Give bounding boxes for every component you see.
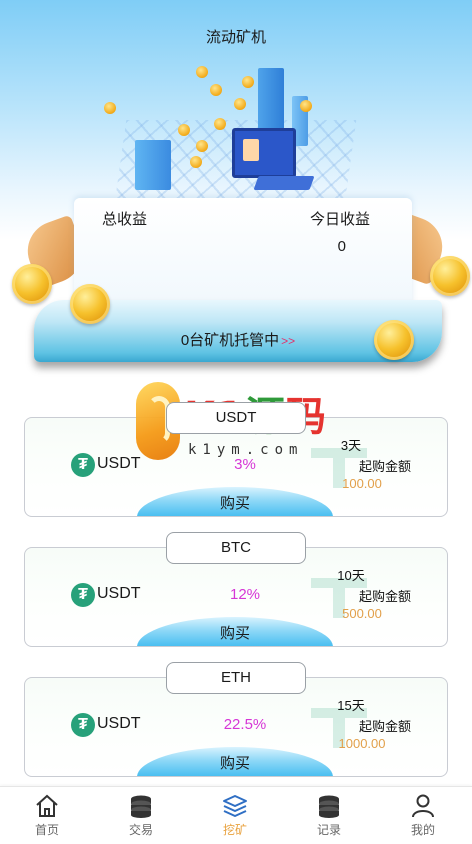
coin-stack-icon (319, 795, 339, 818)
today-earnings-label: 今日收益 (309, 211, 370, 228)
buy-button[interactable]: 购买 (137, 617, 333, 646)
coin-icon (196, 140, 208, 152)
server-tower-illustration (135, 140, 171, 190)
coin-stack-icon (131, 795, 151, 818)
coin-name: USDT (97, 455, 141, 472)
monitor-illustration (232, 128, 296, 178)
min-amount-label: 起购金额 (358, 459, 411, 474)
duration-value: 15天 (337, 698, 365, 713)
coin-icon (190, 156, 202, 168)
coin-icon (374, 320, 414, 360)
product-tag-btc: BTC (166, 532, 306, 564)
nav-item-records[interactable]: 记录 (282, 787, 376, 844)
arrows-icon: >> (281, 334, 296, 348)
total-earnings-label: 总收益 (102, 211, 148, 228)
coin-icon (12, 264, 52, 304)
home-icon (36, 794, 58, 817)
nav-item-profile[interactable]: 我的 (376, 787, 470, 844)
today-earnings-value: 0 (337, 238, 346, 255)
min-amount-label: 起购金额 (358, 589, 411, 604)
coin-icon (178, 124, 190, 136)
laptop-illustration (253, 176, 315, 190)
tether-icon: ₮ (71, 453, 95, 477)
rate-value: 12% (229, 586, 261, 603)
min-amount-value: 500.00 (342, 606, 382, 621)
earnings-summary-card: 总收益 今日收益 0 (74, 198, 412, 304)
nav-item-mining[interactable]: 挖矿 (188, 787, 282, 844)
coin-icon (234, 98, 246, 110)
coin-icon (70, 284, 110, 324)
product-tag-usdt: USDT (166, 402, 306, 434)
page-title: 流动矿机 (205, 29, 266, 46)
layers-icon (223, 795, 247, 817)
product-tag-eth: ETH (166, 662, 306, 694)
min-amount-value: 1000.00 (338, 736, 386, 751)
tether-icon: ₮ (71, 713, 95, 737)
min-amount-value: 100.00 (342, 476, 382, 491)
coin-icon (242, 76, 254, 88)
coin-icon (196, 66, 208, 78)
coin-icon (430, 256, 470, 296)
bottom-nav: 首页 交易 挖矿 记录 我的 (0, 786, 472, 844)
tether-icon: ₮ (71, 583, 95, 607)
nav-label: 交易 (128, 823, 153, 837)
coin-icon (214, 118, 226, 130)
coin-icon (104, 102, 116, 114)
min-amount-label: 起购金额 (358, 719, 411, 734)
rate-value: 22.5% (223, 716, 267, 733)
watermark-site: k1ym.com (188, 442, 304, 458)
nav-label: 我的 (410, 823, 435, 837)
nav-item-trade[interactable]: 交易 (94, 787, 188, 844)
buy-button[interactable]: 购买 (137, 487, 333, 516)
coin-icon (300, 100, 312, 112)
coin-name: USDT (97, 585, 141, 602)
coin-icon (210, 84, 222, 96)
duration-value: 10天 (337, 568, 365, 583)
nav-label: 挖矿 (222, 823, 247, 837)
rate-value: 3% (234, 456, 256, 473)
nav-item-home[interactable]: 首页 (0, 787, 94, 844)
nav-label: 记录 (316, 823, 341, 837)
nav-label: 首页 (34, 823, 59, 837)
buy-button[interactable]: 购买 (137, 747, 333, 776)
coin-name: USDT (97, 715, 141, 732)
user-icon (412, 794, 434, 818)
